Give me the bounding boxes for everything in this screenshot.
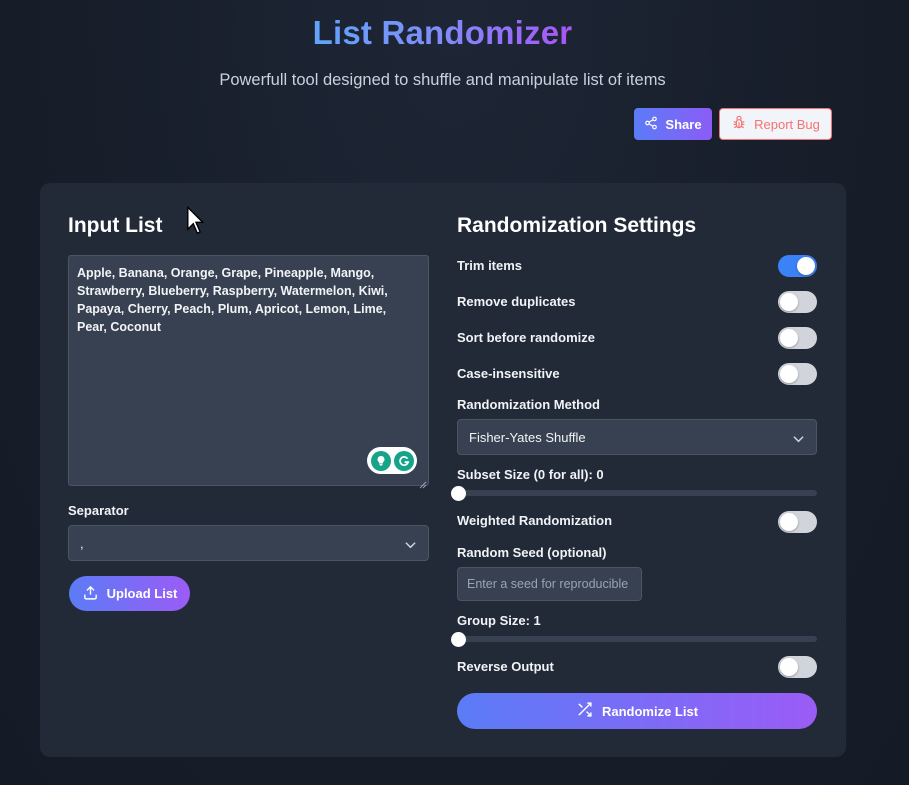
separator-select[interactable]: , <box>68 525 429 561</box>
toggle-knob <box>780 513 798 531</box>
sort-before-label: Sort before randomize <box>457 330 595 345</box>
toggle-knob <box>780 365 798 383</box>
shuffle-icon <box>576 701 593 721</box>
trim-items-toggle[interactable] <box>778 255 817 277</box>
random-seed-label: Random Seed (optional) <box>457 545 607 560</box>
group-size-thumb[interactable] <box>451 632 466 647</box>
toggle-knob <box>780 293 798 311</box>
random-seed-input[interactable] <box>457 567 642 601</box>
case-insensitive-toggle[interactable] <box>778 363 817 385</box>
grammarly-widget[interactable] <box>367 447 417 474</box>
sort-before-toggle[interactable] <box>778 327 817 349</box>
subset-size-thumb[interactable] <box>451 486 466 501</box>
upload-list-button[interactable]: Upload List <box>69 576 190 611</box>
page-subtitle: Powerfull tool designed to shuffle and m… <box>219 71 666 89</box>
method-label: Randomization Method <box>457 397 600 412</box>
trim-items-label: Trim items <box>457 258 523 273</box>
group-size-slider[interactable] <box>457 636 817 642</box>
page-title: List Randomizer <box>312 14 573 51</box>
separator-label: Separator <box>68 503 129 518</box>
share-label: Share <box>665 116 702 132</box>
resize-handle-icon[interactable] <box>419 476 427 489</box>
weighted-label: Weighted Randomization <box>457 513 613 528</box>
chevron-down-icon <box>793 432 804 447</box>
mouse-cursor-icon <box>186 205 206 241</box>
bug-icon <box>731 115 747 134</box>
remove-duplicates-label: Remove duplicates <box>457 294 576 309</box>
randomize-list-button[interactable]: Randomize List <box>457 693 817 729</box>
chevron-down-icon <box>405 538 416 553</box>
subset-size-slider[interactable] <box>457 490 817 496</box>
method-value: Fisher-Yates Shuffle <box>469 429 586 445</box>
lightbulb-icon <box>370 450 391 471</box>
report-bug-label: Report Bug <box>754 116 820 132</box>
weighted-toggle[interactable] <box>778 511 817 533</box>
share-icon <box>644 116 658 133</box>
toggle-knob <box>780 658 798 676</box>
input-list-heading: Input List <box>68 214 163 237</box>
reverse-output-toggle[interactable] <box>778 656 817 678</box>
upload-icon <box>82 584 99 604</box>
share-button[interactable]: Share <box>634 108 712 140</box>
reverse-output-label: Reverse Output <box>457 659 554 674</box>
remove-duplicates-toggle[interactable] <box>778 291 817 313</box>
subset-size-label: Subset Size (0 for all): 0 <box>457 467 604 482</box>
grammarly-icon <box>393 450 414 471</box>
randomize-list-label: Randomize List <box>601 703 699 719</box>
case-insensitive-label: Case-insensitive <box>457 366 560 381</box>
separator-value: , <box>80 535 84 551</box>
settings-heading: Randomization Settings <box>457 214 697 237</box>
method-select[interactable]: Fisher-Yates Shuffle <box>457 419 817 455</box>
report-bug-button[interactable]: Report Bug <box>719 108 832 140</box>
upload-list-label: Upload List <box>106 586 178 601</box>
group-size-label: Group Size: 1 <box>457 613 541 628</box>
toggle-knob <box>797 257 815 275</box>
toggle-knob <box>780 329 798 347</box>
